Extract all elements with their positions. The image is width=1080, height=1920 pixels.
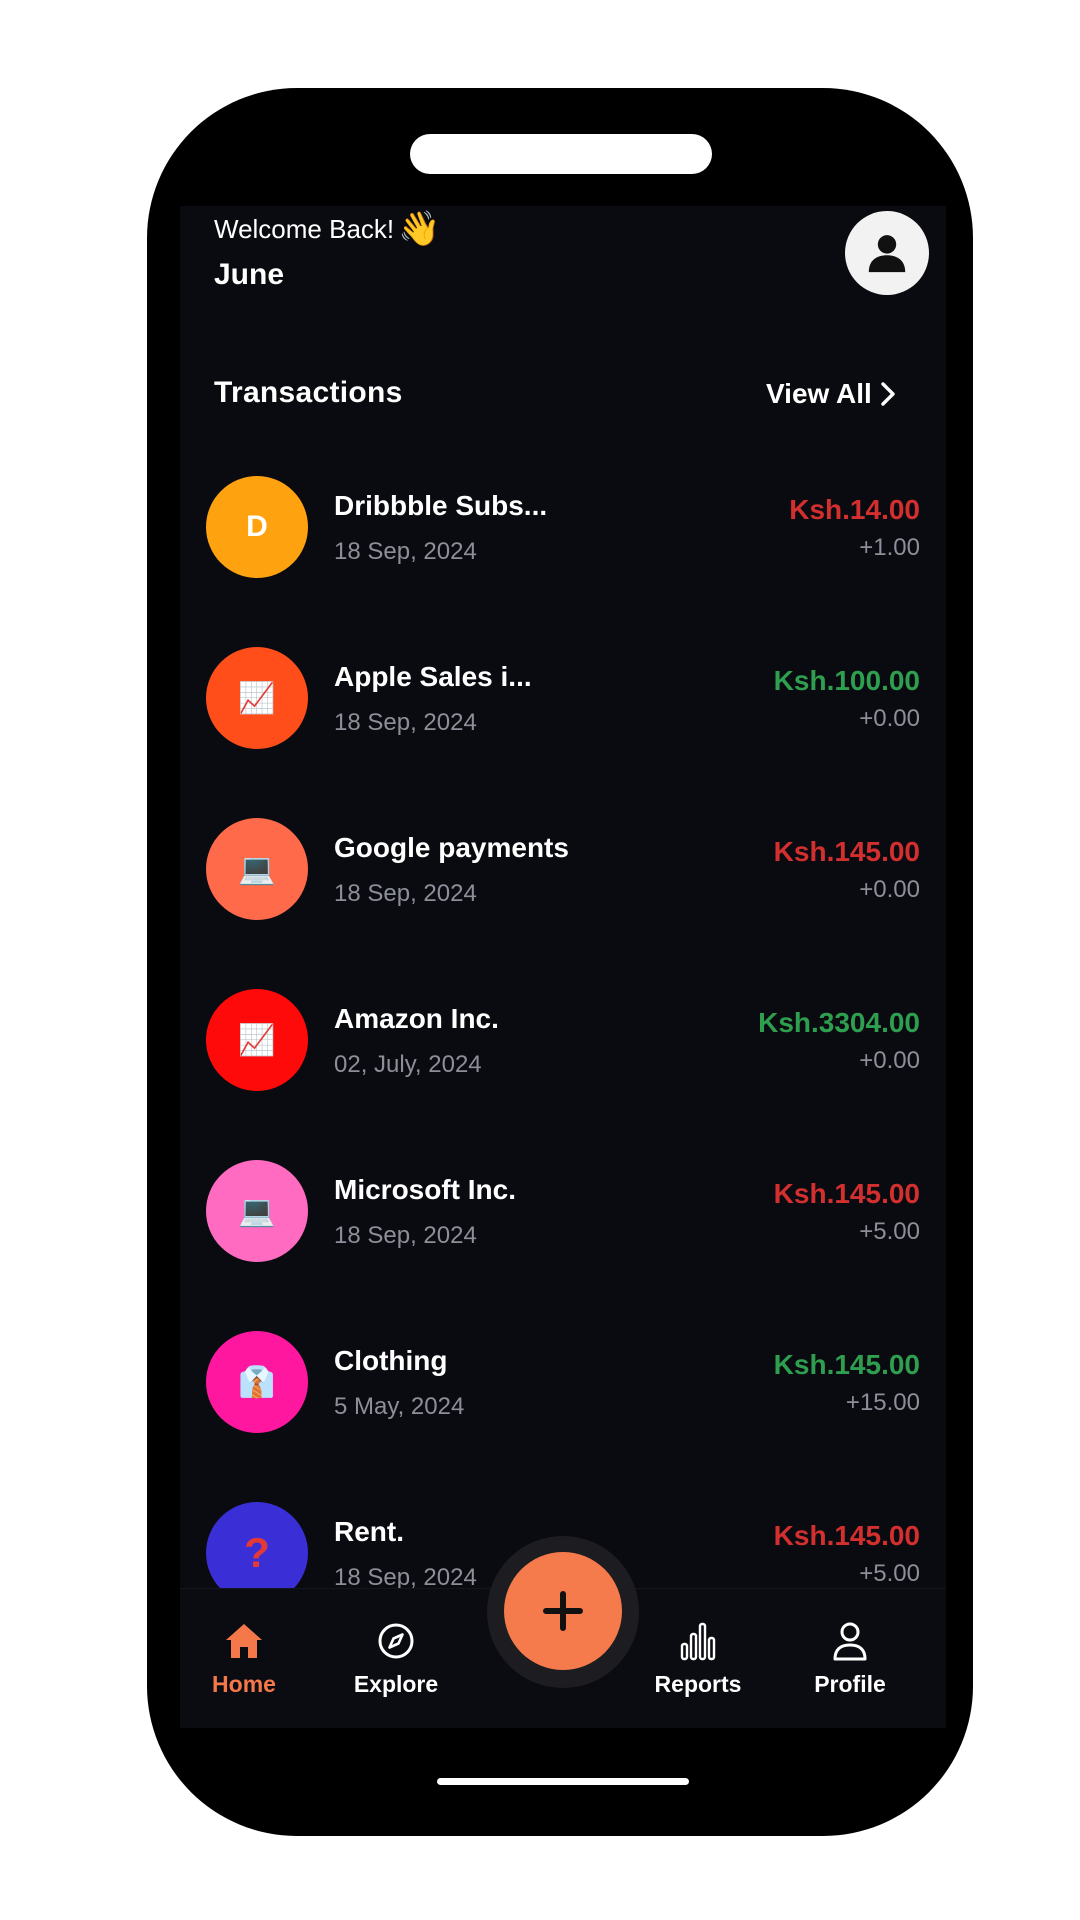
transaction-amount: Ksh.145.00: [773, 1349, 920, 1380]
transaction-name: Dribbble Subs...: [334, 490, 548, 521]
transaction-name: Clothing: [334, 1345, 448, 1376]
transactions-title: Transactions: [214, 376, 403, 409]
transaction-date: 18 Sep, 2024: [334, 538, 477, 565]
transaction-row[interactable]: 💻 Microsoft Inc. 18 Sep, 2024 Ksh.145.00 +5.…: [180, 1160, 946, 1331]
welcome-message: Welcome Back! 👋: [214, 212, 440, 246]
transaction-change: +0.00: [859, 1047, 920, 1074]
transaction-row[interactable]: D Dribbble Subs... 18 Sep, 2024 Ksh.14.00 +1…: [180, 476, 946, 647]
transaction-change: +5.00: [859, 1218, 920, 1245]
transaction-date: 5 May, 2024: [334, 1393, 465, 1420]
chart-increasing-icon: 📈: [206, 647, 308, 749]
home-indicator[interactable]: [437, 1778, 689, 1785]
transaction-amount: Ksh.145.00: [773, 1178, 920, 1209]
transaction-date: 18 Sep, 2024: [334, 709, 477, 736]
nav-explore[interactable]: Explore: [336, 1619, 456, 1698]
laptop-icon: 💻: [206, 1160, 308, 1262]
transaction-name: Apple Sales i...: [334, 661, 532, 692]
transaction-name: Amazon Inc.: [334, 1003, 499, 1034]
welcome-text: Welcome Back!: [214, 213, 395, 244]
transaction-name: Microsoft Inc.: [334, 1174, 517, 1205]
transaction-amount: Ksh.14.00: [789, 494, 920, 525]
avatar-button[interactable]: [845, 211, 929, 295]
chart-increasing-icon: 📈: [206, 989, 308, 1091]
nav-home-label: Home: [212, 1671, 276, 1697]
transaction-row[interactable]: 📈 Amazon Inc. 02, July, 2024 Ksh.3304.00 +0.…: [180, 989, 946, 1160]
transaction-date: 18 Sep, 2024: [334, 880, 477, 907]
view-all-button[interactable]: View All: [766, 378, 896, 410]
transaction-row[interactable]: 👔 Clothing 5 May, 2024 Ksh.145.00 +15.00: [180, 1331, 946, 1502]
transaction-change: +15.00: [845, 1389, 920, 1416]
nav-reports[interactable]: Reports: [638, 1619, 758, 1698]
transaction-change: +5.00: [859, 1560, 920, 1587]
transaction-row[interactable]: 📈 Apple Sales i... 18 Sep, 2024 Ksh.100.00 +…: [180, 647, 946, 818]
transaction-date: 18 Sep, 2024: [334, 1222, 477, 1249]
nav-profile[interactable]: Profile: [790, 1619, 910, 1698]
waving-hand-icon: 👋: [398, 210, 441, 248]
nav-reports-label: Reports: [654, 1671, 742, 1697]
nav-home[interactable]: Home: [184, 1619, 304, 1698]
transaction-change: +1.00: [859, 534, 920, 561]
add-transaction-button[interactable]: [504, 1552, 622, 1670]
transaction-list: D Dribbble Subs... 18 Sep, 2024 Ksh.14.00 +1…: [180, 476, 946, 1673]
bar-chart-icon: [678, 1619, 718, 1663]
transaction-name: Google payments: [334, 832, 569, 863]
view-all-label: View All: [766, 378, 872, 409]
transaction-amount: Ksh.145.00: [773, 1520, 920, 1551]
user-name: June: [214, 258, 285, 291]
transaction-date: 02, July, 2024: [334, 1051, 482, 1078]
letter-d-icon: D: [206, 476, 308, 578]
nav-explore-label: Explore: [353, 1671, 439, 1697]
transaction-amount: Ksh.100.00: [773, 665, 920, 696]
compass-icon: [376, 1619, 416, 1663]
plus-icon: [543, 1591, 583, 1631]
transaction-change: +0.00: [859, 705, 920, 732]
home-icon: [223, 1619, 265, 1663]
user-avatar-icon: [868, 235, 906, 273]
app-screen: Welcome Back! 👋 June Transactions View A…: [180, 206, 946, 1728]
phone-notch: [410, 134, 712, 174]
transaction-amount: Ksh.3304.00: [758, 1007, 920, 1038]
transaction-amount: Ksh.145.00: [773, 836, 920, 867]
transaction-row[interactable]: 💻 Google payments 18 Sep, 2024 Ksh.145.00 +0…: [180, 818, 946, 989]
chevron-right-icon: [881, 382, 895, 406]
transaction-name: Rent.: [334, 1516, 404, 1547]
shirt-tie-icon: 👔: [206, 1331, 308, 1433]
person-icon: [830, 1619, 870, 1663]
nav-profile-label: Profile: [814, 1671, 886, 1697]
laptop-icon: 💻: [206, 818, 308, 920]
transaction-change: +0.00: [859, 876, 920, 903]
